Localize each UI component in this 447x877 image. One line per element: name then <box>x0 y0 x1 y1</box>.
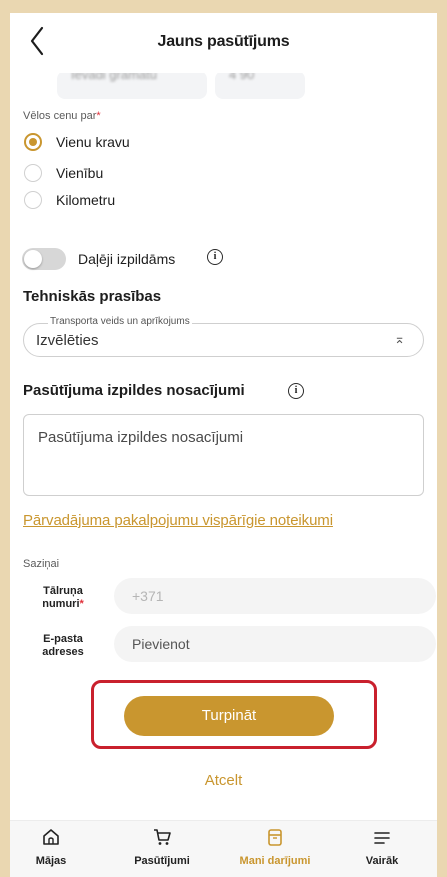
select-value: Izvēlēties <box>36 332 99 349</box>
top-bar: Jauns pasūtījums <box>10 13 437 73</box>
scrolled-chip-right: 4 90 <box>215 71 305 99</box>
deals-icon <box>268 829 282 846</box>
price-type-label: Vēlos cenu par* <box>23 110 101 122</box>
home-icon <box>43 829 59 845</box>
app-screen: Jauns pasūtījums Ievadi gramatu 4 90 Vēl… <box>10 13 437 877</box>
page-title: Jauns pasūtījums <box>157 33 290 50</box>
radio-option-kilometer[interactable]: Kilometru <box>24 189 115 211</box>
terms-link[interactable]: Pārvadājuma pakalpojumu vispārīgie notei… <box>23 512 333 529</box>
email-input[interactable]: Pievienot <box>114 626 436 662</box>
cart-icon <box>154 829 171 845</box>
partial-fulfilment-toggle[interactable] <box>22 248 66 270</box>
partial-fulfilment-label: Daļēji izpildāms <box>78 251 176 267</box>
tab-home[interactable]: Mājas <box>10 821 101 877</box>
info-icon[interactable]: i <box>288 383 304 399</box>
tab-orders[interactable]: Pasūtījumi <box>112 821 212 877</box>
chevron-updown-icon: ⌅ <box>394 331 405 346</box>
email-label: E-pasta adreses <box>42 633 84 658</box>
scrolled-chip-left: Ievadi gramatu <box>57 71 207 99</box>
contact-heading: Saziņai <box>23 558 60 570</box>
phone-placeholder: +371 <box>132 588 164 604</box>
menu-icon <box>374 832 390 844</box>
tab-my-deals[interactable]: Mani darījumi <box>225 821 325 877</box>
select-legend: Transporta veids un aprīkojums <box>48 316 192 327</box>
continue-button[interactable]: Turpināt <box>124 696 334 736</box>
conditions-textarea[interactable]: Pasūtījuma izpildes nosacījumi <box>23 414 424 496</box>
textarea-placeholder: Pasūtījuma izpildes nosacījumi <box>38 429 244 446</box>
radio-unchecked[interactable] <box>24 164 42 182</box>
radio-checked[interactable] <box>24 133 42 151</box>
info-icon[interactable]: i <box>207 249 223 265</box>
radio-unchecked[interactable] <box>24 191 42 209</box>
toggle-knob <box>24 250 42 268</box>
radio-option-single-load[interactable]: Vienu kravu <box>24 131 130 153</box>
tab-more[interactable]: Vairāk <box>332 821 432 877</box>
conditions-heading: Pasūtījuma izpildes nosacījumi <box>23 382 245 399</box>
transport-type-select[interactable]: Transporta veids un aprīkojums Izvēlētie… <box>23 316 424 357</box>
email-add-value: Pievienot <box>132 636 190 652</box>
phone-label: Tālruņa numuri* <box>42 585 84 610</box>
cancel-button[interactable]: Atcelt <box>10 772 437 789</box>
technical-heading: Tehniskās prasības <box>23 288 162 305</box>
bottom-tab-bar: Mājas Pasūtījumi Mani darījumi Vairāk <box>10 820 437 877</box>
phone-input[interactable]: +371 <box>114 578 436 614</box>
radio-option-unit[interactable]: Vienību <box>24 162 103 184</box>
